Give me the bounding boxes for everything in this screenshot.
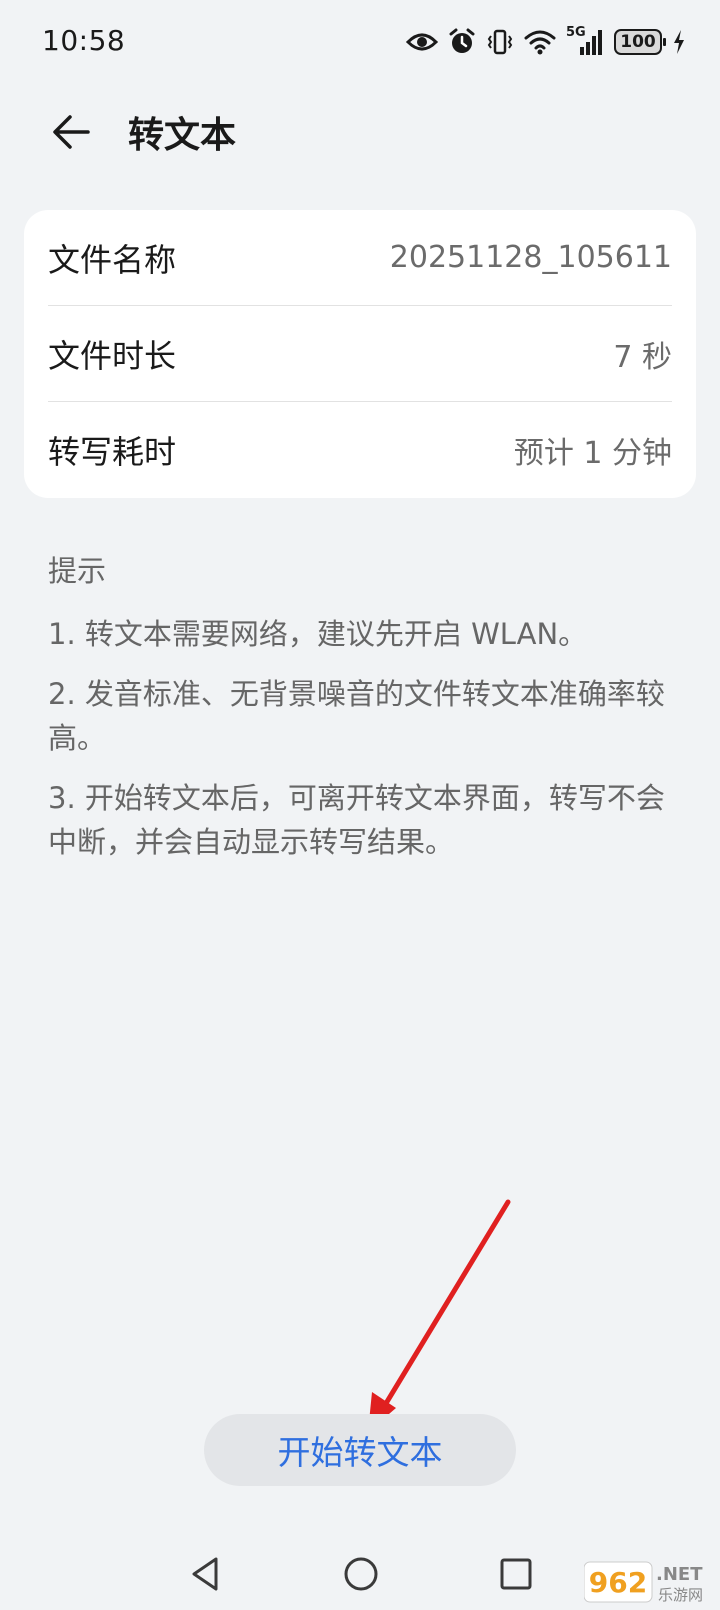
battery-level: 100: [620, 32, 656, 52]
vibrate-icon: [487, 29, 513, 55]
start-transcribe-button[interactable]: 开始转文本: [204, 1414, 516, 1486]
tips-section: 提示 1. 转文本需要网络，建议先开启 WLAN。 2. 发音标准、无背景噪音的…: [48, 548, 672, 880]
eye-icon: [406, 33, 438, 51]
transcribe-time-row: 转写耗时 预计 1 分钟: [48, 402, 672, 498]
site-watermark-logo: 962 .NET 乐游网: [584, 1561, 703, 1604]
page-title: 转文本: [128, 115, 237, 156]
charging-icon: [674, 30, 684, 54]
tip-item-2: 2. 发音标准、无背景噪音的文件转文本准确率较高。: [48, 677, 665, 755]
wifi-icon: [524, 30, 556, 55]
signal-icon: 5G: [566, 25, 604, 57]
file-info-card: 文件名称 20251128_105611 文件时长 7 秒 转写耗时 预计 1 …: [24, 210, 696, 498]
tip-item-1: 1. 转文本需要网络，建议先开启 WLAN。: [48, 617, 588, 651]
file-name-label: 文件名称: [48, 240, 177, 279]
watermark-caption: 乐游网: [658, 1586, 703, 1604]
file-name-row: 文件名称 20251128_105611: [48, 210, 672, 306]
arrow-left-icon[interactable]: [48, 108, 96, 156]
file-name-value: 20251128_105611: [389, 240, 672, 275]
file-duration-row: 文件时长 7 秒: [48, 306, 672, 402]
tip-item-3: 3. 开始转文本后，可离开转文本界面，转写不会中断，并会自动显示转写结果。: [48, 781, 665, 859]
watermark-suffix: .NET: [656, 1564, 703, 1585]
file-duration-label: 文件时长: [48, 336, 177, 375]
watermark-brand: 962: [589, 1566, 647, 1599]
status-time: 10:58: [42, 24, 126, 57]
transcribe-time-value: 预计 1 分钟: [513, 436, 672, 471]
annotation-arrow: [368, 1199, 511, 1432]
status-icons: 5G 100: [406, 24, 686, 60]
file-duration-value: 7 秒: [613, 339, 672, 375]
alarm-icon: [449, 28, 475, 53]
transcribe-time-label: 转写耗时: [48, 433, 177, 471]
nav-home-icon[interactable]: [341, 1554, 381, 1594]
nav-back-icon[interactable]: [186, 1554, 226, 1594]
status-bar: 10:58 5G 100: [0, 0, 720, 84]
battery-icon: 100: [614, 29, 666, 55]
header: 转文本: [0, 84, 720, 180]
tips-title: 提示: [48, 554, 107, 588]
nav-recents-icon[interactable]: [496, 1554, 536, 1594]
